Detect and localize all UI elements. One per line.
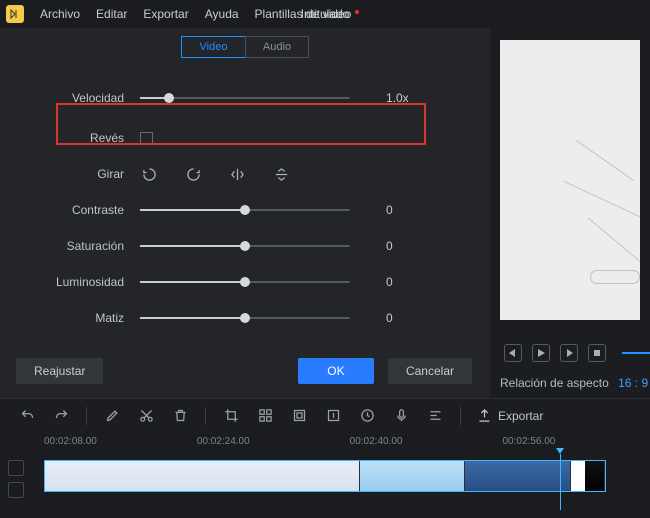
checkbox-reverse[interactable]	[140, 132, 153, 145]
crop-icon[interactable]	[222, 407, 240, 425]
menu-ayuda[interactable]: Ayuda	[197, 7, 247, 21]
rotate-cw-icon[interactable]	[184, 165, 202, 183]
edit-icon[interactable]	[103, 407, 121, 425]
next-frame-button[interactable]	[560, 344, 578, 362]
value-brightness: 0	[386, 275, 422, 289]
slider-speed[interactable]	[140, 91, 350, 105]
label-contrast: Contraste	[0, 203, 140, 217]
tabs: Video Audio	[0, 36, 490, 58]
label-brightness: Luminosidad	[0, 275, 140, 289]
tick-0: 00:02:08.00	[44, 436, 97, 447]
export-label: Exportar	[498, 409, 543, 423]
undo-icon[interactable]	[18, 407, 36, 425]
tick-3: 00:02:56.00	[502, 436, 555, 447]
label-saturation: Saturación	[0, 239, 140, 253]
rotate-icons	[140, 165, 290, 183]
slider-contrast[interactable]	[140, 203, 350, 217]
export-button[interactable]: Exportar	[477, 408, 543, 423]
stop-button[interactable]	[588, 344, 606, 362]
ok-button[interactable]: OK	[298, 358, 374, 384]
slider-hue[interactable]	[140, 311, 350, 325]
cut-icon[interactable]	[137, 407, 155, 425]
label-rotate: Girar	[0, 167, 140, 181]
clip-4[interactable]	[571, 461, 605, 491]
menubar: Archivo Editar Exportar Ayuda Plantillas…	[0, 0, 650, 28]
clip-2[interactable]	[360, 461, 466, 491]
time-ruler[interactable]: 00:02:08.00 00:02:24.00 00:02:40.00 00:0…	[0, 436, 650, 447]
preview-canvas	[500, 40, 640, 320]
menu-exportar[interactable]: Exportar	[135, 7, 196, 21]
timeline: 00:02:08.00 00:02:24.00 00:02:40.00 00:0…	[0, 432, 650, 518]
tts-icon[interactable]	[426, 407, 444, 425]
content-area: Video Audio Velocidad 1.0x Revés	[0, 28, 650, 398]
clip-track[interactable]	[44, 460, 606, 492]
document-title: Intitulado	[301, 0, 350, 28]
tab-audio[interactable]: Audio	[245, 36, 309, 58]
row-speed: Velocidad 1.0x	[0, 76, 432, 120]
row-reverse: Revés	[0, 120, 432, 156]
delete-icon[interactable]	[171, 407, 189, 425]
rotate-ccw-icon[interactable]	[140, 165, 158, 183]
playhead[interactable]	[560, 454, 561, 510]
aspect-ratio-label: Relación de aspecto	[500, 376, 609, 390]
track-lock-icon[interactable]	[8, 460, 24, 476]
value-saturation: 0	[386, 239, 422, 253]
mosaic-icon[interactable]	[256, 407, 274, 425]
label-reverse: Revés	[0, 131, 140, 145]
tick-2: 00:02:40.00	[350, 436, 403, 447]
value-hue: 0	[386, 311, 422, 325]
property-rows: Velocidad 1.0x Revés Girar	[0, 76, 490, 336]
prev-frame-button[interactable]	[504, 344, 522, 362]
label-hue: Matiz	[0, 311, 140, 325]
slider-brightness[interactable]	[140, 275, 350, 289]
slider-saturation[interactable]	[140, 239, 350, 253]
label-speed: Velocidad	[0, 91, 140, 105]
timeline-toolbar: Exportar	[0, 398, 650, 432]
row-saturation: Saturación 0	[0, 228, 432, 264]
menu-editar[interactable]: Editar	[88, 7, 135, 21]
zoom-crop-icon[interactable]	[290, 407, 308, 425]
row-hue: Matiz 0	[0, 300, 432, 336]
tab-video[interactable]: Video	[181, 36, 245, 58]
play-button[interactable]	[532, 344, 550, 362]
voice-icon[interactable]	[392, 407, 410, 425]
cancel-button[interactable]: Cancelar	[388, 358, 472, 384]
redo-icon[interactable]	[52, 407, 70, 425]
row-brightness: Luminosidad 0	[0, 264, 432, 300]
freeze-icon[interactable]	[324, 407, 342, 425]
properties-panel: Video Audio Velocidad 1.0x Revés	[0, 28, 490, 398]
flip-vertical-icon[interactable]	[272, 165, 290, 183]
clip-3[interactable]	[465, 461, 571, 491]
menu-archivo[interactable]: Archivo	[32, 7, 88, 21]
reset-button[interactable]: Reajustar	[16, 358, 103, 384]
duration-icon[interactable]	[358, 407, 376, 425]
playback-progress[interactable]	[622, 352, 650, 354]
panel-footer: Reajustar OK Cancelar	[0, 358, 490, 384]
app-logo	[6, 5, 24, 23]
track-visibility-icon[interactable]	[8, 482, 24, 498]
row-rotate: Girar	[0, 156, 432, 192]
track-tools	[8, 460, 24, 498]
player-controls	[504, 344, 650, 362]
value-contrast: 0	[386, 203, 422, 217]
flip-horizontal-icon[interactable]	[228, 165, 246, 183]
aspect-ratio-line: Relación de aspecto 16 : 9	[500, 376, 650, 390]
aspect-ratio-value[interactable]: 16 : 9	[618, 376, 648, 390]
value-speed: 1.0x	[386, 91, 422, 105]
preview-pane: Relación de aspecto 16 : 9	[490, 28, 650, 398]
tick-1: 00:02:24.00	[197, 436, 250, 447]
row-contrast: Contraste 0	[0, 192, 432, 228]
clip-1[interactable]	[45, 461, 360, 491]
